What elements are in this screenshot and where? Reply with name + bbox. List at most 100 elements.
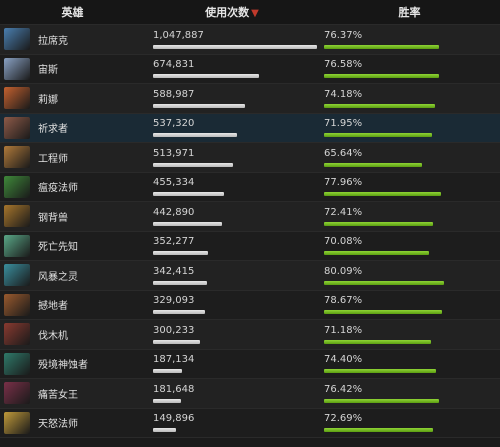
hero-cell: 钢背兽 bbox=[0, 205, 145, 228]
column-header-uses[interactable]: 使用次数 ▼ bbox=[145, 4, 319, 20]
winrate-value: 74.18% bbox=[324, 88, 363, 100]
winrate-bar-track bbox=[324, 103, 474, 108]
winrate-value: 70.08% bbox=[324, 236, 363, 248]
table-row[interactable]: 钢背兽 442,890 72.41% bbox=[0, 202, 500, 232]
winrate-bar-fill bbox=[324, 280, 445, 285]
hero-portrait-icon[interactable] bbox=[4, 323, 30, 346]
hero-cell: 伐木机 bbox=[0, 323, 145, 346]
table-row[interactable]: 死亡先知 352,277 70.08% bbox=[0, 231, 500, 261]
hero-name[interactable]: 钢背兽 bbox=[38, 209, 68, 224]
winrate-value: 76.58% bbox=[324, 59, 363, 71]
table-row[interactable]: 工程师 513,971 65.64% bbox=[0, 143, 500, 173]
winrate-bar-track bbox=[324, 428, 474, 433]
hero-portrait-icon[interactable] bbox=[4, 293, 30, 316]
winrate-bar-track bbox=[324, 280, 474, 285]
hero-portrait-icon[interactable] bbox=[4, 116, 30, 139]
hero-name[interactable]: 天怒法师 bbox=[38, 415, 78, 430]
uses-bar-fill bbox=[153, 74, 259, 79]
winrate-bar-fill bbox=[324, 74, 439, 79]
uses-cell: 181,648 bbox=[145, 384, 319, 403]
winrate-value: 80.09% bbox=[324, 265, 363, 277]
table-row[interactable]: 痛苦女王 181,648 76.42% bbox=[0, 379, 500, 409]
hero-cell: 天怒法师 bbox=[0, 411, 145, 434]
uses-bar-track bbox=[153, 44, 317, 49]
uses-bar-track bbox=[153, 339, 317, 344]
hero-cell: 工程师 bbox=[0, 146, 145, 169]
hero-portrait-icon[interactable] bbox=[4, 234, 30, 257]
table-row[interactable]: 祈求者 537,320 71.95% bbox=[0, 113, 500, 143]
hero-portrait-icon[interactable] bbox=[4, 146, 30, 169]
chevron-down-icon: ▼ bbox=[251, 8, 259, 19]
winrate-bar-track bbox=[324, 192, 474, 197]
uses-value: 187,134 bbox=[153, 354, 195, 366]
winrate-bar-fill bbox=[324, 310, 442, 315]
hero-portrait-icon[interactable] bbox=[4, 175, 30, 198]
table-row[interactable]: 莉娜 588,987 74.18% bbox=[0, 84, 500, 114]
hero-name[interactable]: 殁境神蚀者 bbox=[38, 356, 88, 371]
table-row[interactable]: 宙斯 674,831 76.58% bbox=[0, 54, 500, 84]
winrate-bar-fill bbox=[324, 369, 436, 374]
hero-name[interactable]: 痛苦女王 bbox=[38, 386, 78, 401]
uses-cell: 187,134 bbox=[145, 354, 319, 374]
winrate-value: 76.42% bbox=[324, 383, 363, 395]
hero-cell: 莉娜 bbox=[0, 87, 145, 110]
uses-bar-track bbox=[153, 310, 317, 315]
hero-name[interactable]: 撼地者 bbox=[38, 297, 68, 312]
uses-bar-fill bbox=[153, 280, 207, 285]
hero-name[interactable]: 拉席克 bbox=[38, 32, 68, 47]
hero-name[interactable]: 死亡先知 bbox=[38, 238, 78, 253]
table-body: 拉席克 1,047,887 76.37% 宙斯 674,831 76.58% 莉娜 588,9… bbox=[0, 25, 500, 438]
column-header-hero[interactable]: 英雄 bbox=[0, 4, 145, 20]
winrate-cell: 72.41% bbox=[319, 207, 500, 226]
table-row[interactable]: 撼地者 329,093 78.67% bbox=[0, 290, 500, 320]
hero-portrait-icon[interactable] bbox=[4, 28, 30, 51]
hero-name[interactable]: 宙斯 bbox=[38, 61, 58, 76]
uses-bar-fill bbox=[153, 428, 177, 433]
hero-name[interactable]: 莉娜 bbox=[38, 91, 58, 106]
hero-name[interactable]: 工程师 bbox=[38, 150, 68, 165]
winrate-value: 78.67% bbox=[324, 295, 363, 307]
hero-portrait-icon[interactable] bbox=[4, 382, 30, 405]
hero-name[interactable]: 瘟疫法师 bbox=[38, 179, 78, 194]
uses-cell: 329,093 bbox=[145, 295, 319, 315]
winrate-value: 72.69% bbox=[324, 413, 363, 425]
winrate-cell: 71.95% bbox=[319, 118, 500, 138]
hero-name[interactable]: 伐木机 bbox=[38, 327, 68, 342]
table-row[interactable]: 瘟疫法师 455,334 77.96% bbox=[0, 172, 500, 202]
hero-cell: 殁境神蚀者 bbox=[0, 352, 145, 375]
winrate-bar-track bbox=[324, 339, 474, 344]
uses-cell: 513,971 bbox=[145, 148, 319, 167]
uses-bar-fill bbox=[153, 251, 209, 256]
uses-cell: 342,415 bbox=[145, 266, 319, 285]
winrate-bar-fill bbox=[324, 103, 436, 108]
uses-value: 513,971 bbox=[153, 147, 195, 159]
hero-name[interactable]: 祈求者 bbox=[38, 120, 68, 135]
table-row[interactable]: 殁境神蚀者 187,134 74.40% bbox=[0, 349, 500, 379]
winrate-bar-fill bbox=[324, 251, 430, 256]
uses-cell: 300,233 bbox=[145, 325, 319, 344]
table-row[interactable]: 伐木机 300,233 71.18% bbox=[0, 320, 500, 350]
winrate-value: 71.95% bbox=[324, 118, 363, 130]
hero-portrait-icon[interactable] bbox=[4, 57, 30, 80]
winrate-cell: 78.67% bbox=[319, 295, 500, 315]
uses-bar-fill bbox=[153, 339, 200, 344]
table-row[interactable]: 天怒法师 149,896 72.69% bbox=[0, 408, 500, 438]
winrate-bar-track bbox=[324, 74, 474, 79]
hero-portrait-icon[interactable] bbox=[4, 205, 30, 228]
hero-portrait-icon[interactable] bbox=[4, 411, 30, 434]
table-row[interactable]: 风暴之灵 342,415 80.09% bbox=[0, 261, 500, 291]
winrate-bar-fill bbox=[324, 162, 423, 167]
table-row[interactable]: 拉席克 1,047,887 76.37% bbox=[0, 25, 500, 55]
hero-portrait-icon[interactable] bbox=[4, 264, 30, 287]
winrate-bar-track bbox=[324, 398, 474, 403]
column-header-winrate[interactable]: 胜率 bbox=[319, 4, 500, 20]
hero-cell: 宙斯 bbox=[0, 57, 145, 80]
winrate-cell: 76.58% bbox=[319, 59, 500, 79]
uses-bar-track bbox=[153, 280, 317, 285]
winrate-bar-fill bbox=[324, 133, 432, 138]
hero-portrait-icon[interactable] bbox=[4, 87, 30, 110]
uses-cell: 588,987 bbox=[145, 89, 319, 108]
hero-portrait-icon[interactable] bbox=[4, 352, 30, 375]
hero-name[interactable]: 风暴之灵 bbox=[38, 268, 78, 283]
winrate-cell: 71.18% bbox=[319, 325, 500, 344]
